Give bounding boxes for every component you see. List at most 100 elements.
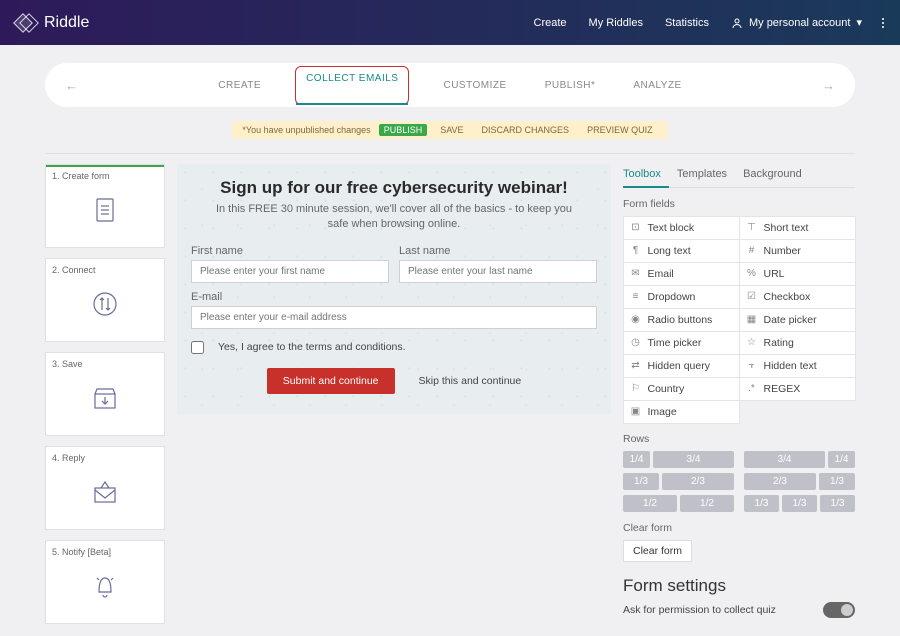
permission-toggle[interactable] (823, 602, 855, 618)
rating-icon: ☆ (746, 337, 758, 348)
tab-templates[interactable]: Templates (677, 164, 727, 187)
radio-icon: ◉ (630, 314, 642, 325)
row-2-3b[interactable]: 2/3 (744, 473, 816, 490)
kebab-menu[interactable] (882, 18, 884, 28)
clear-form-label: Clear form (623, 522, 855, 534)
first-name-label: First name (191, 245, 389, 257)
terms-label: Yes, I agree to the terms and conditions… (218, 341, 406, 353)
wizard-steps: ← CREATE COLLECT EMAILS CUSTOMIZE PUBLIS… (45, 63, 855, 107)
email-label: E-mail (191, 291, 597, 303)
step-customize[interactable]: CUSTOMIZE (439, 66, 510, 105)
hidden-text-icon: ⫟ (746, 360, 758, 371)
nav-account[interactable]: My personal account ▾ (731, 16, 862, 29)
step-create[interactable]: CREATE (214, 66, 265, 105)
last-name-input[interactable] (399, 260, 597, 283)
number-icon: # (746, 245, 758, 256)
checkbox-icon: ☑ (746, 291, 758, 302)
field-hidden-text[interactable]: ⫟Hidden text (739, 354, 856, 378)
form-preview: Sign up for our free cybersecurity webin… (177, 164, 611, 414)
steps-prev[interactable]: ← (65, 78, 78, 93)
text-block-icon: ⊡ (630, 222, 642, 233)
publish-button[interactable]: PUBLISH (379, 124, 428, 136)
form-subtitle: In this FREE 30 minute session, we'll co… (187, 202, 601, 241)
nav-statistics[interactable]: Statistics (665, 17, 709, 29)
logo-icon (16, 14, 38, 32)
form-settings-title: Form settings (623, 576, 855, 596)
unpublished-banner: *You have unpublished changes PUBLISH SA… (232, 121, 667, 139)
field-image[interactable]: ▣Image (623, 400, 740, 424)
brand-name: Riddle (44, 14, 89, 32)
envelope-reply-icon (52, 467, 158, 517)
email-input[interactable] (191, 306, 597, 329)
sidebar-step-notify[interactable]: 5. Notify [Beta] (45, 540, 165, 624)
date-icon: ▦ (746, 314, 758, 325)
field-dropdown[interactable]: ≡Dropdown (623, 285, 740, 309)
save-button[interactable]: SAVE (435, 124, 468, 136)
email-icon: ✉ (630, 268, 642, 279)
skip-link[interactable]: Skip this and continue (419, 375, 522, 387)
field-url[interactable]: %URL (739, 262, 856, 286)
logo[interactable]: Riddle (16, 14, 89, 32)
long-text-icon: ¶ (630, 245, 642, 256)
field-country[interactable]: ⚐Country (623, 377, 740, 401)
field-rating[interactable]: ☆Rating (739, 331, 856, 355)
preview-button[interactable]: PREVIEW QUIZ (582, 124, 658, 136)
permission-label: Ask for permission to collect quiz (623, 604, 776, 616)
user-icon (731, 17, 743, 29)
discard-button[interactable]: DISCARD CHANGES (477, 124, 575, 136)
document-icon (52, 185, 158, 235)
field-text-block[interactable]: ⊡Text block (623, 216, 740, 240)
first-name-input[interactable] (191, 260, 389, 283)
field-long-text[interactable]: ¶Long text (623, 239, 740, 263)
sidebar-step-create-form[interactable]: 1. Create form (45, 164, 165, 248)
dropdown-icon: ≡ (630, 291, 642, 302)
sidebar-step-connect[interactable]: 2. Connect (45, 258, 165, 342)
clear-form-button[interactable]: Clear form (623, 540, 692, 562)
field-hidden-query[interactable]: ⇄Hidden query (623, 354, 740, 378)
row-3-4[interactable]: 3/4 (653, 451, 734, 468)
sync-icon (52, 279, 158, 329)
country-icon: ⚐ (630, 383, 642, 394)
field-short-text[interactable]: ⊤Short text (739, 216, 856, 240)
submit-button[interactable]: Submit and continue (267, 368, 395, 394)
row-1-3b[interactable]: 1/3 (819, 473, 855, 490)
form-fields-label: Form fields (623, 198, 855, 210)
row-1-4[interactable]: 1/4 (623, 451, 650, 468)
row-2-3[interactable]: 2/3 (662, 473, 734, 490)
field-number[interactable]: #Number (739, 239, 856, 263)
field-regex[interactable]: .*REGEX (739, 377, 856, 401)
regex-icon: .* (746, 383, 758, 394)
step-analyze[interactable]: ANALYZE (629, 66, 685, 105)
unpub-message: *You have unpublished changes (242, 125, 370, 135)
terms-checkbox[interactable] (191, 341, 204, 354)
chevron-down-icon: ▾ (856, 16, 862, 29)
last-name-label: Last name (399, 245, 597, 257)
field-checkbox[interactable]: ☑Checkbox (739, 285, 856, 309)
row-1-2[interactable]: 1/2 (623, 495, 677, 512)
bell-icon (52, 561, 158, 611)
field-date[interactable]: ▦Date picker (739, 308, 856, 332)
tab-background[interactable]: Background (743, 164, 802, 187)
form-title: Sign up for our free cybersecurity webin… (187, 178, 601, 198)
row-1-2b[interactable]: 1/2 (680, 495, 734, 512)
row-1-3e[interactable]: 1/3 (820, 495, 855, 512)
sidebar-step-save[interactable]: 3. Save (45, 352, 165, 436)
field-time[interactable]: ◷Time picker (623, 331, 740, 355)
nav-my-riddles[interactable]: My Riddles (589, 17, 643, 29)
row-1-3c[interactable]: 1/3 (744, 495, 779, 512)
sidebar-step-reply[interactable]: 4. Reply (45, 446, 165, 530)
nav-create[interactable]: Create (534, 17, 567, 29)
step-publish[interactable]: PUBLISH* (541, 66, 600, 105)
url-icon: % (746, 268, 758, 279)
field-email[interactable]: ✉Email (623, 262, 740, 286)
step-collect-emails[interactable]: COLLECT EMAILS (295, 66, 409, 105)
row-1-3[interactable]: 1/3 (623, 473, 659, 490)
rows-label: Rows (623, 433, 855, 445)
row-3-4b[interactable]: 3/4 (744, 451, 825, 468)
tab-toolbox[interactable]: Toolbox (623, 164, 661, 187)
row-1-3d[interactable]: 1/3 (782, 495, 817, 512)
row-1-4b[interactable]: 1/4 (828, 451, 855, 468)
field-radio[interactable]: ◉Radio buttons (623, 308, 740, 332)
steps-next[interactable]: → (822, 78, 835, 93)
time-icon: ◷ (630, 337, 642, 348)
